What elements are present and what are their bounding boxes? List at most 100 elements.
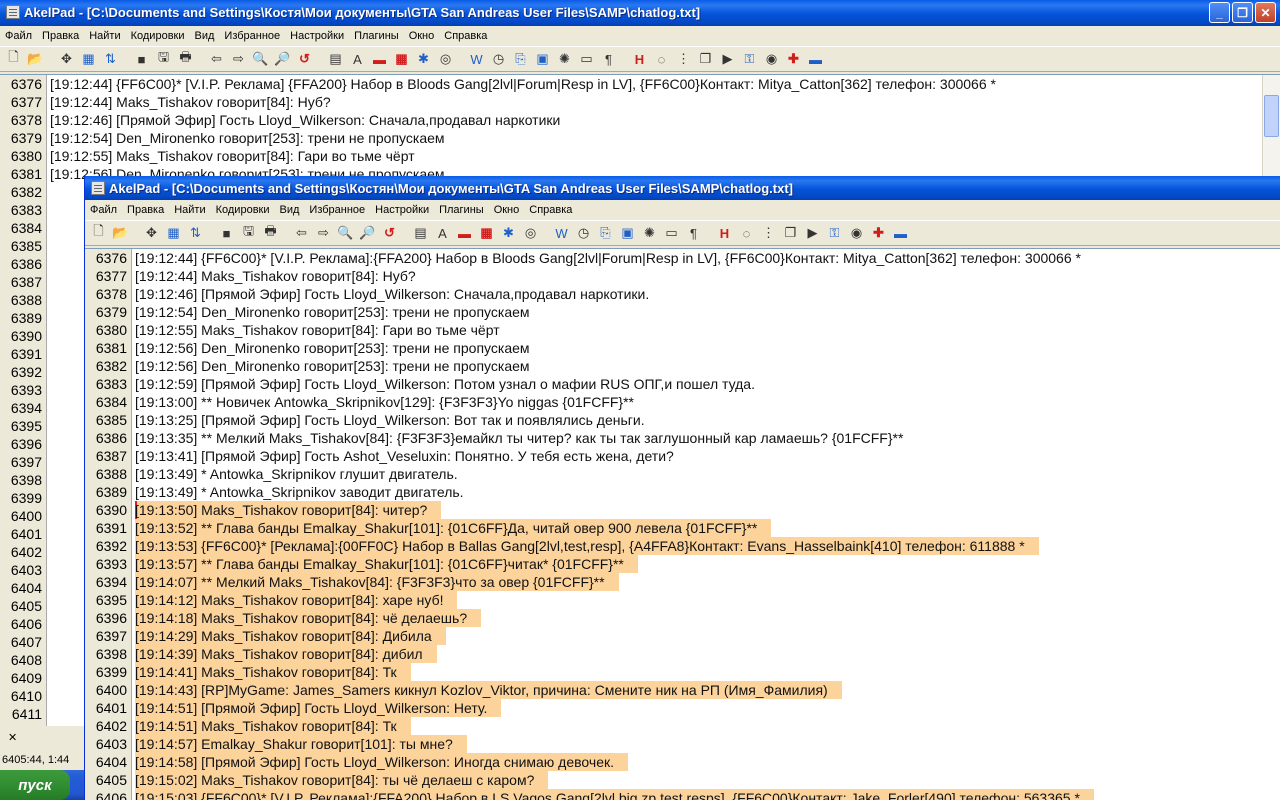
play-icon[interactable]: ▶ — [803, 224, 822, 243]
globe-icon[interactable]: ◎ — [436, 50, 455, 69]
find-next-icon[interactable]: 🔎 — [273, 50, 292, 69]
save-icon[interactable]: 🖫 — [239, 223, 258, 243]
selected-text-line[interactable]: [19:14:58] [Прямой Эфир] Гость Lloyd_Wil… — [135, 753, 628, 771]
start-button[interactable]: пуск — [0, 770, 70, 800]
move-icon[interactable]: ✥ — [142, 224, 161, 243]
color-icon[interactable]: ▬ — [370, 50, 389, 69]
text-line[interactable]: [19:12:54] Den_Mironenko говорит[253]: т… — [50, 129, 459, 147]
menu-2[interactable]: Найти — [169, 204, 210, 216]
front-editor[interactable]: 6376 6377 6378 6379 6380 6381 6382 6383 6384 6385… — [85, 248, 1280, 800]
save-icon[interactable]: 🖫 — [154, 49, 173, 69]
menu-5[interactable]: Избранное — [219, 30, 285, 42]
text-line[interactable]: [19:12:59] [Прямой Эфир] Гость Lloyd_Wil… — [135, 375, 769, 393]
print-icon[interactable]: 🖶 — [261, 223, 280, 243]
menu-6[interactable]: Настройки — [370, 204, 434, 216]
word-icon[interactable]: W — [467, 50, 486, 69]
doc-icon[interactable]: ▤ — [411, 224, 430, 243]
record-icon[interactable]: ◉ — [762, 50, 781, 69]
key-icon[interactable]: ⚿ — [825, 224, 844, 243]
minimize-button[interactable]: _ — [1209, 2, 1230, 23]
menu-1[interactable]: Правка — [37, 30, 84, 42]
text-line[interactable]: [19:13:35] ** Мелкий Maks_Tishakov[84]: … — [135, 429, 917, 447]
text-line[interactable]: [19:12:56] Den_Mironenko говорит[253]: т… — [135, 357, 544, 375]
grid-icon[interactable]: ▦ — [164, 224, 183, 243]
selected-text-line[interactable]: [19:14:41] Maks_Tishakov говорит[84]: Тк — [135, 663, 411, 681]
menu-3[interactable]: Кодировки — [126, 30, 190, 42]
scroll-thumb[interactable] — [1264, 95, 1279, 137]
open-icon[interactable]: 📂 — [111, 224, 130, 243]
menu-1[interactable]: Правка — [122, 204, 169, 216]
clock-icon[interactable]: ◷ — [574, 224, 593, 243]
back-icon[interactable]: ⇦ — [207, 50, 226, 69]
close-x-icon[interactable]: ✕ — [0, 731, 25, 744]
find-icon[interactable]: 🔍 — [251, 50, 270, 69]
menu-4[interactable]: Вид — [190, 30, 220, 42]
front-titlebar[interactable]: AkelPad - [C:\Documents and Settings\Кос… — [85, 176, 1280, 200]
menu-7[interactable]: Плагины — [349, 30, 404, 42]
selected-text-line[interactable]: [19:14:51] [Прямой Эфир] Гость Lloyd_Wil… — [135, 699, 502, 717]
doc-icon[interactable]: ▤ — [326, 50, 345, 69]
forward-icon[interactable]: ⇨ — [229, 50, 248, 69]
close-button[interactable]: ✕ — [1255, 2, 1276, 23]
text-line[interactable]: [19:13:49] * Antowka_Skripnikov заводит … — [135, 483, 478, 501]
new-file-icon[interactable]: 🗋 — [89, 223, 108, 243]
hex-icon[interactable]: H — [715, 224, 734, 243]
replace-icon[interactable]: ↺ — [295, 50, 314, 69]
text-line[interactable]: [19:12:44] Maks_Tishakov говорит[84]: Ну… — [135, 267, 430, 285]
flag-icon[interactable]: ▦ — [477, 224, 496, 243]
menu-4[interactable]: Вид — [275, 204, 305, 216]
play-icon[interactable]: ▶ — [718, 50, 737, 69]
text-line[interactable]: [19:12:54] Den_Mironenko говорит[253]: т… — [135, 303, 544, 321]
open-icon[interactable]: 📂 — [26, 50, 45, 69]
text-line[interactable]: [19:12:46] [Прямой Эфир] Гость Lloyd_Wil… — [50, 111, 574, 129]
menu-8[interactable]: Окно — [404, 30, 440, 42]
link-icon[interactable]: ⎘ — [511, 50, 530, 69]
flag2-icon[interactable]: ✱ — [414, 50, 433, 69]
text-line[interactable]: [19:12:44] {FF6C00}* [V.I.P. Реклама] {F… — [50, 75, 1010, 93]
selected-text-line[interactable]: [19:14:29] Maks_Tishakov говорит[84]: Ди… — [135, 627, 446, 645]
selected-text-line[interactable]: [19:13:50] Maks_Tishakov говорит[84]: чи… — [135, 501, 442, 519]
word-icon[interactable]: W — [552, 224, 571, 243]
color-icon[interactable]: ▬ — [455, 224, 474, 243]
menu-8[interactable]: Окно — [489, 204, 525, 216]
flag-icon[interactable]: ▦ — [392, 50, 411, 69]
text-line[interactable]: [19:12:55] Maks_Tishakov говорит[84]: Га… — [50, 147, 429, 165]
text-line[interactable]: [19:13:49] * Antowka_Skripnikov глушит д… — [135, 465, 472, 483]
selected-text-line[interactable]: [19:14:43] [RP]MyGame: James_Samers кикн… — [135, 681, 842, 699]
font-icon[interactable]: A — [433, 224, 452, 243]
stop-icon[interactable]: ■ — [217, 224, 236, 243]
replace-icon[interactable]: ↺ — [380, 224, 399, 243]
tree-icon[interactable]: ⋮ — [674, 50, 693, 69]
back-icon[interactable]: ⇦ — [292, 224, 311, 243]
hex-icon[interactable]: H — [630, 50, 649, 69]
gear-icon[interactable]: ✺ — [640, 224, 659, 243]
text-line[interactable]: [19:13:25] [Прямой Эфир] Гость Lloyd_Wil… — [135, 411, 659, 429]
flag2-icon[interactable]: ✱ — [499, 224, 518, 243]
find-next-icon[interactable]: 🔎 — [358, 224, 377, 243]
text-line[interactable]: [19:12:44] Maks_Tishakov говорит[84]: Ну… — [50, 93, 345, 111]
gear-icon[interactable]: ✺ — [555, 50, 574, 69]
image-icon[interactable]: ▣ — [618, 224, 637, 243]
menu-5[interactable]: Избранное — [304, 204, 370, 216]
menu-2[interactable]: Найти — [84, 30, 125, 42]
selected-text-line[interactable]: [19:13:53] {FF6C00}* [Реклама]:{00FF0C} … — [135, 537, 1039, 555]
folder-icon[interactable]: ▭ — [577, 50, 596, 69]
menu-9[interactable]: Справка — [439, 30, 492, 42]
selected-text-line[interactable]: [19:14:57] Emalkay_Shakur говорит[101]: … — [135, 735, 467, 753]
text-line[interactable]: [19:12:44] {FF6C00}* [V.I.P. Реклама]:{F… — [135, 249, 1095, 267]
menu-7[interactable]: Плагины — [434, 204, 489, 216]
find-icon[interactable]: 🔍 — [336, 224, 355, 243]
restore-button[interactable]: ❐ — [1232, 2, 1253, 23]
selected-text-line[interactable]: [19:13:57] ** Глава банды Emalkay_Shakur… — [135, 555, 638, 573]
forward-icon[interactable]: ⇨ — [314, 224, 333, 243]
record-icon[interactable]: ◉ — [847, 224, 866, 243]
menu-3[interactable]: Кодировки — [211, 204, 275, 216]
bulb-icon[interactable]: ◌ — [737, 224, 756, 243]
text-line[interactable]: [19:12:55] Maks_Tishakov говорит[84]: Га… — [135, 321, 514, 339]
selected-text-line[interactable]: [19:14:51] Maks_Tishakov говорит[84]: Тк — [135, 717, 411, 735]
menu-0[interactable]: Файл — [85, 204, 122, 216]
pilcrow-icon[interactable]: ¶ — [599, 50, 618, 69]
folder-icon[interactable]: ▭ — [662, 224, 681, 243]
selected-text-line[interactable]: [19:15:03] {FF6C00}* [V.I.P. Реклама]:{F… — [135, 789, 1094, 800]
bulb-icon[interactable]: ◌ — [652, 50, 671, 69]
